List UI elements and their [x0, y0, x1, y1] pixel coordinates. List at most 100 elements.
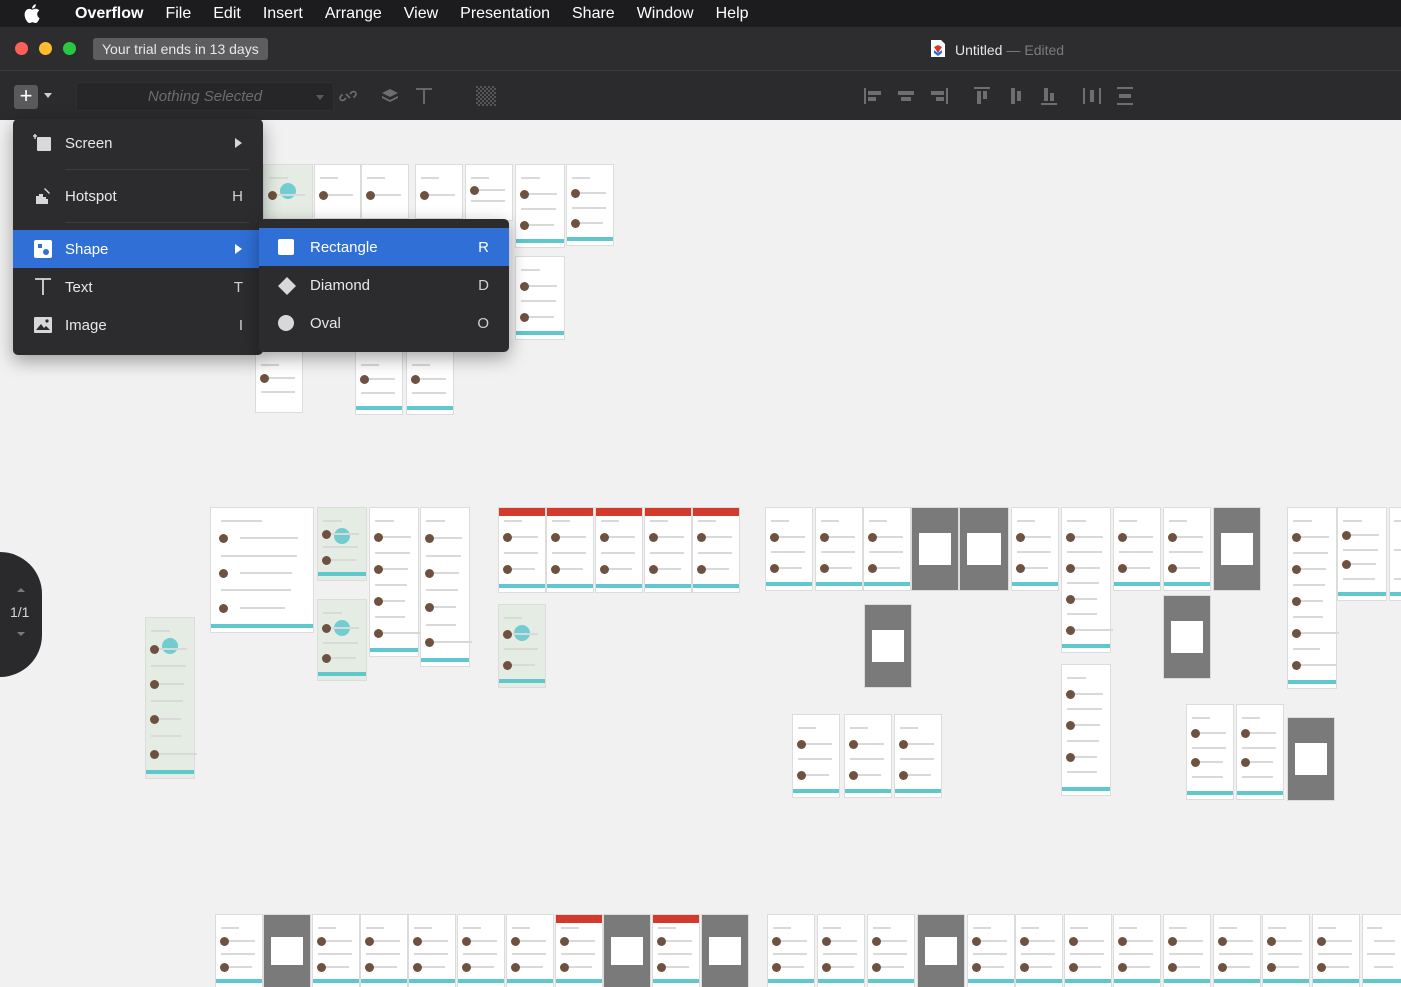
selection-dropdown[interactable]: Nothing Selected	[76, 82, 334, 111]
artboard-thumbnail[interactable]	[421, 508, 473, 666]
artboard-thumbnail[interactable]	[211, 508, 313, 632]
artboard-thumbnail[interactable]	[1012, 508, 1058, 590]
page-down-icon[interactable]	[17, 632, 25, 636]
artboard-thumbnail[interactable]	[547, 508, 593, 592]
artboard-thumbnail[interactable]	[1338, 508, 1386, 600]
artboard-thumbnail[interactable]	[567, 165, 613, 245]
artboard-thumbnail[interactable]	[865, 605, 911, 687]
artboard-thumbnail[interactable]	[318, 600, 366, 680]
artboard-thumbnail[interactable]	[1114, 915, 1160, 987]
distribute-vertical-icon[interactable]	[1115, 86, 1135, 106]
artboard-thumbnail[interactable]	[216, 915, 262, 987]
menu-item-screen[interactable]: Screen	[13, 123, 263, 163]
artboard-thumbnail[interactable]	[1237, 705, 1283, 799]
artboard-thumbnail[interactable]	[313, 915, 359, 987]
apple-icon[interactable]	[0, 4, 64, 23]
artboard-thumbnail[interactable]	[702, 915, 748, 987]
artboard-thumbnail[interactable]	[556, 915, 602, 987]
artboard-thumbnail[interactable]	[1214, 915, 1260, 987]
artboard-thumbnail[interactable]	[409, 915, 455, 987]
plus-icon[interactable]: +	[14, 85, 38, 109]
artboard-thumbnail[interactable]	[264, 165, 312, 218]
add-menu-caret-icon[interactable]	[44, 93, 52, 98]
pattern-icon[interactable]	[476, 86, 496, 106]
align-bottom-icon[interactable]	[1039, 86, 1059, 106]
menu-edit[interactable]: Edit	[202, 0, 252, 27]
submenu-item-oval[interactable]: Oval O	[259, 304, 509, 342]
artboard-thumbnail[interactable]	[1062, 508, 1114, 652]
trial-badge[interactable]: Your trial ends in 13 days	[93, 38, 268, 60]
menu-item-text[interactable]: Text T	[13, 268, 263, 306]
artboard-thumbnail[interactable]	[1065, 915, 1111, 987]
distribute-horizontal-icon[interactable]	[1082, 86, 1102, 106]
artboard-thumbnail[interactable]	[1214, 508, 1260, 590]
artboard-thumbnail[interactable]	[818, 915, 864, 987]
menu-item-hotspot[interactable]: Hotspot H	[13, 176, 263, 216]
artboard-thumbnail[interactable]	[766, 508, 812, 590]
artboard-thumbnail[interactable]	[256, 352, 302, 412]
menu-insert[interactable]: Insert	[252, 0, 314, 27]
artboard-thumbnail[interactable]	[1114, 508, 1160, 590]
artboard-thumbnail[interactable]	[1313, 915, 1359, 987]
artboard-thumbnail[interactable]	[1016, 915, 1062, 987]
menu-file[interactable]: File	[154, 0, 202, 27]
align-center-icon[interactable]	[896, 86, 916, 106]
artboard-thumbnail[interactable]	[466, 165, 512, 220]
align-right-icon[interactable]	[929, 86, 949, 106]
artboard-thumbnail[interactable]	[912, 508, 958, 590]
artboard-thumbnail[interactable]	[895, 715, 941, 797]
artboard-thumbnail[interactable]	[793, 715, 839, 797]
page-up-icon[interactable]	[17, 588, 25, 592]
artboard-thumbnail[interactable]	[864, 508, 910, 590]
menu-item-shape[interactable]: Shape	[13, 230, 263, 268]
text-tool-icon[interactable]	[414, 86, 434, 106]
artboard-thumbnail[interactable]	[318, 508, 366, 580]
align-left-icon[interactable]	[863, 86, 883, 106]
artboard-thumbnail[interactable]	[1062, 665, 1110, 795]
artboard-thumbnail[interactable]	[1164, 915, 1210, 987]
artboard-thumbnail[interactable]	[1288, 718, 1334, 800]
submenu-item-rectangle[interactable]: Rectangle R	[259, 228, 509, 266]
close-window-button[interactable]	[15, 42, 28, 55]
artboard-thumbnail[interactable]	[693, 508, 739, 592]
artboard-thumbnail[interactable]	[918, 915, 964, 987]
artboard-thumbnail[interactable]	[407, 352, 453, 414]
menu-presentation[interactable]: Presentation	[449, 0, 561, 27]
artboard-thumbnail[interactable]	[845, 715, 891, 797]
artboard-thumbnail[interactable]	[960, 508, 1008, 590]
artboard-thumbnail[interactable]	[1164, 596, 1210, 678]
layers-icon[interactable]	[380, 86, 400, 106]
submenu-item-diamond[interactable]: Diamond D	[259, 266, 509, 304]
artboard-thumbnail[interactable]	[1164, 508, 1210, 590]
menu-share[interactable]: Share	[561, 0, 626, 27]
app-menu[interactable]: Overflow	[64, 0, 154, 27]
artboard-thumbnail[interactable]	[499, 605, 545, 687]
menu-view[interactable]: View	[393, 0, 449, 27]
artboard-thumbnail[interactable]	[315, 165, 360, 218]
artboard-thumbnail[interactable]	[516, 257, 564, 339]
artboard-thumbnail[interactable]	[645, 508, 691, 592]
artboard-thumbnail[interactable]	[653, 915, 699, 987]
minimize-window-button[interactable]	[39, 42, 52, 55]
artboard-thumbnail[interactable]	[356, 352, 402, 414]
artboard-thumbnail[interactable]	[499, 508, 545, 592]
menu-help[interactable]: Help	[705, 0, 760, 27]
artboard-thumbnail[interactable]	[362, 165, 408, 218]
artboard-thumbnail[interactable]	[604, 915, 650, 987]
artboard-thumbnail[interactable]	[370, 508, 422, 656]
align-middle-icon[interactable]	[1006, 86, 1026, 106]
artboard-thumbnail[interactable]	[146, 618, 198, 778]
artboard-thumbnail[interactable]	[1363, 915, 1401, 987]
menu-window[interactable]: Window	[626, 0, 705, 27]
artboard-thumbnail[interactable]	[968, 915, 1014, 987]
artboard-thumbnail[interactable]	[1187, 705, 1233, 799]
menu-item-image[interactable]: Image I	[13, 306, 263, 344]
artboard-thumbnail[interactable]	[868, 915, 914, 987]
artboard-thumbnail[interactable]	[458, 915, 504, 987]
artboard-thumbnail[interactable]	[768, 915, 814, 987]
artboard-thumbnail[interactable]	[416, 165, 462, 218]
artboard-thumbnail[interactable]	[596, 508, 642, 592]
artboard-thumbnail[interactable]	[1390, 508, 1401, 600]
menu-arrange[interactable]: Arrange	[314, 0, 393, 27]
artboard-thumbnail[interactable]	[361, 915, 407, 987]
